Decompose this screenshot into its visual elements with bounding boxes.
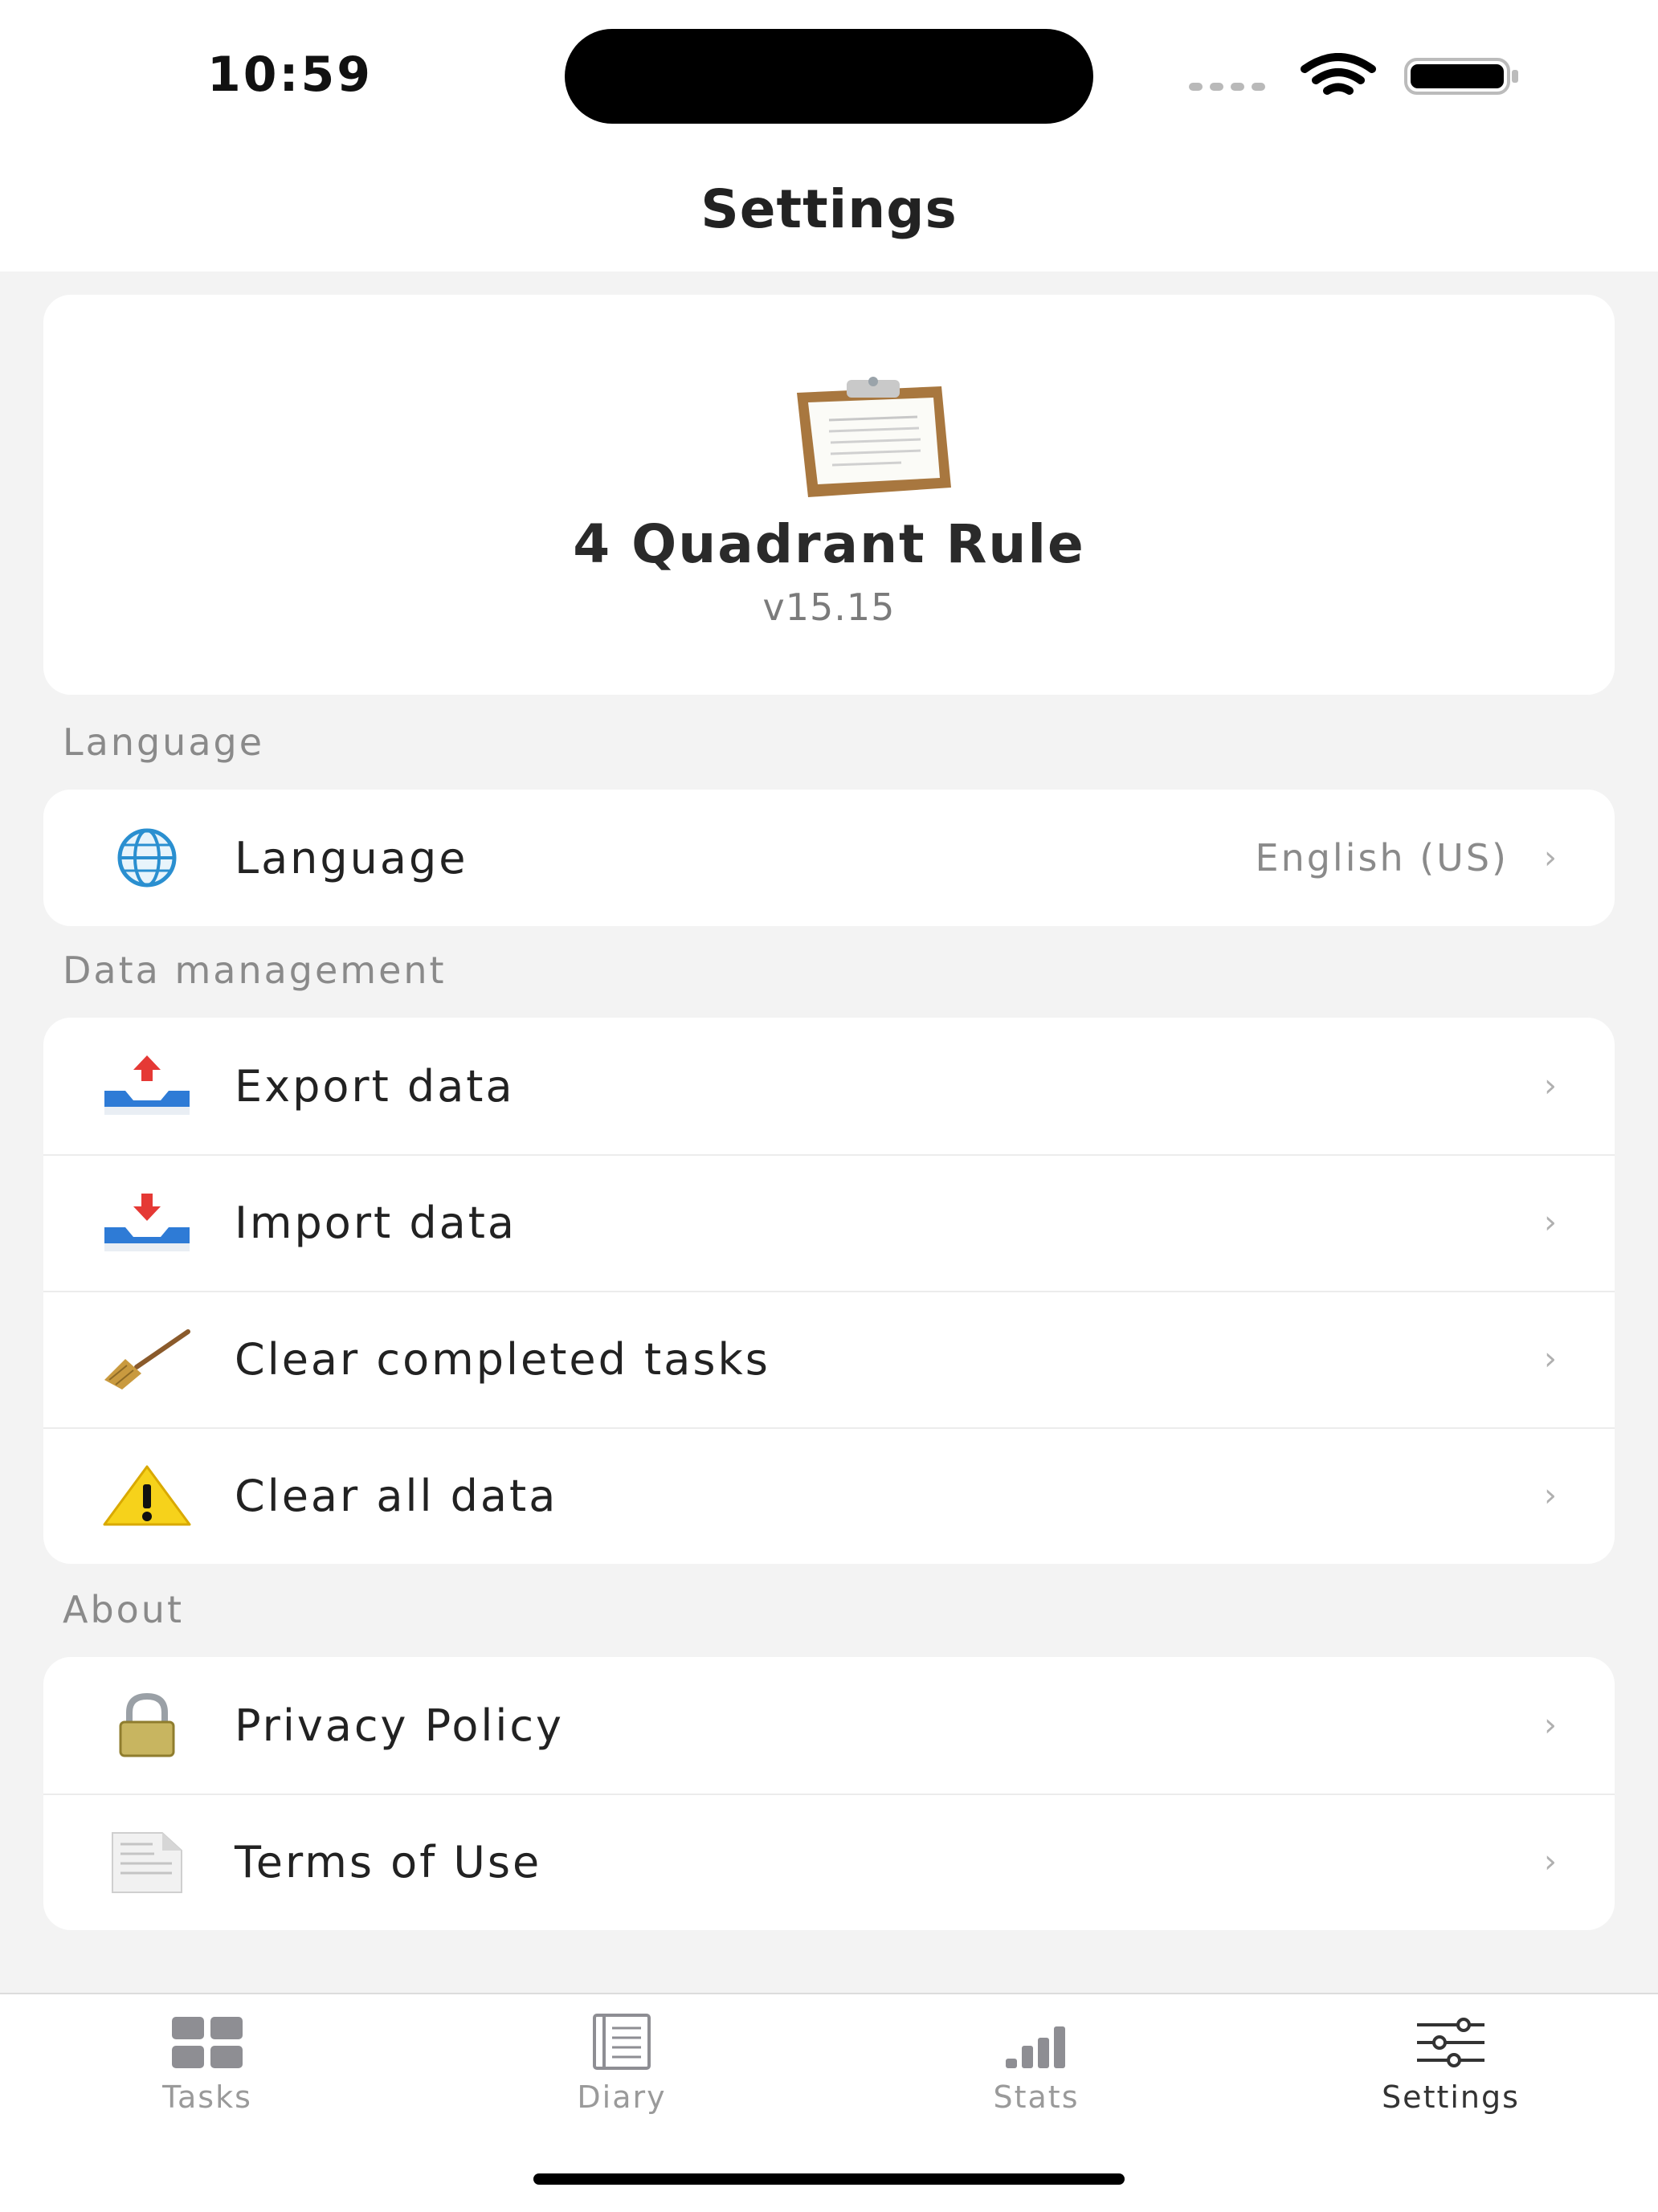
home-indicator (533, 2173, 1125, 2185)
import-data-row[interactable]: Import data › (43, 1154, 1615, 1291)
data-management-group: Export data › Import data › Clear comple… (43, 1018, 1615, 1564)
status-time: 10:59 (207, 47, 373, 103)
globe-icon (117, 828, 177, 888)
wifi-icon (1301, 53, 1376, 95)
app-version: v15.15 (762, 586, 896, 629)
tab-label: Settings (1382, 2079, 1520, 2115)
clear-all-data-label: Clear all data (235, 1470, 558, 1521)
chevron-right-icon: › (1544, 1204, 1557, 1241)
export-tray-icon (104, 1055, 190, 1115)
section-header-data-management: Data management (63, 949, 447, 992)
tab-tasks[interactable]: Tasks (87, 2014, 328, 2115)
language-value: English (US) (1255, 836, 1509, 879)
tab-diary[interactable]: Diary (501, 2014, 742, 2115)
terms-of-use-row[interactable]: Terms of Use › (43, 1794, 1615, 1930)
chevron-right-icon: › (1544, 839, 1557, 876)
app-name: 4 Quadrant Rule (573, 513, 1085, 575)
padlock-icon (119, 1693, 175, 1757)
about-group: Privacy Policy › Terms of Use › (43, 1657, 1615, 1930)
clear-completed-tasks-label: Clear completed tasks (235, 1333, 770, 1385)
document-icon (112, 1832, 182, 1893)
section-header-about: About (63, 1588, 185, 1631)
tab-stats[interactable]: Stats (916, 2014, 1157, 2115)
chevron-right-icon: › (1544, 1067, 1557, 1104)
dynamic-island (565, 29, 1093, 124)
tab-label: Tasks (162, 2079, 252, 2115)
section-header-language: Language (63, 720, 265, 764)
app-info-card: 4 Quadrant Rule v15.15 (43, 295, 1615, 695)
import-data-label: Import data (235, 1197, 517, 1248)
language-row[interactable]: Language English (US) › (43, 790, 1615, 926)
chevron-right-icon: › (1544, 1707, 1557, 1744)
language-label: Language (235, 832, 468, 884)
battery-icon (1404, 58, 1518, 95)
grid-icon (172, 2017, 243, 2068)
tab-label: Diary (577, 2079, 667, 2115)
broom-icon (104, 1329, 190, 1390)
tab-label: Stats (993, 2079, 1080, 2115)
import-tray-icon (104, 1194, 190, 1251)
chevron-right-icon: › (1544, 1843, 1557, 1880)
privacy-policy-label: Privacy Policy (235, 1700, 565, 1751)
top-bar: 10:59 Settings (0, 0, 1658, 271)
export-data-row[interactable]: Export data › (43, 1018, 1615, 1154)
clear-completed-tasks-row[interactable]: Clear completed tasks › (43, 1291, 1615, 1427)
export-data-label: Export data (235, 1060, 515, 1112)
chevron-right-icon: › (1544, 1341, 1557, 1377)
language-group: Language English (US) › (43, 790, 1615, 926)
notebook-icon (593, 2014, 651, 2070)
sliders-icon (1417, 2018, 1484, 2067)
page-title: Settings (700, 178, 958, 240)
terms-of-use-label: Terms of Use (235, 1836, 542, 1888)
cellular-signal-icon (1189, 83, 1265, 91)
clear-all-data-row[interactable]: Clear all data › (43, 1427, 1615, 1564)
bar-chart-icon (1006, 2026, 1065, 2068)
warning-icon (103, 1465, 191, 1526)
clipboard-icon (797, 377, 951, 497)
chevron-right-icon: › (1544, 1477, 1557, 1514)
privacy-policy-row[interactable]: Privacy Policy › (43, 1657, 1615, 1794)
tab-settings[interactable]: Settings (1330, 2014, 1571, 2115)
